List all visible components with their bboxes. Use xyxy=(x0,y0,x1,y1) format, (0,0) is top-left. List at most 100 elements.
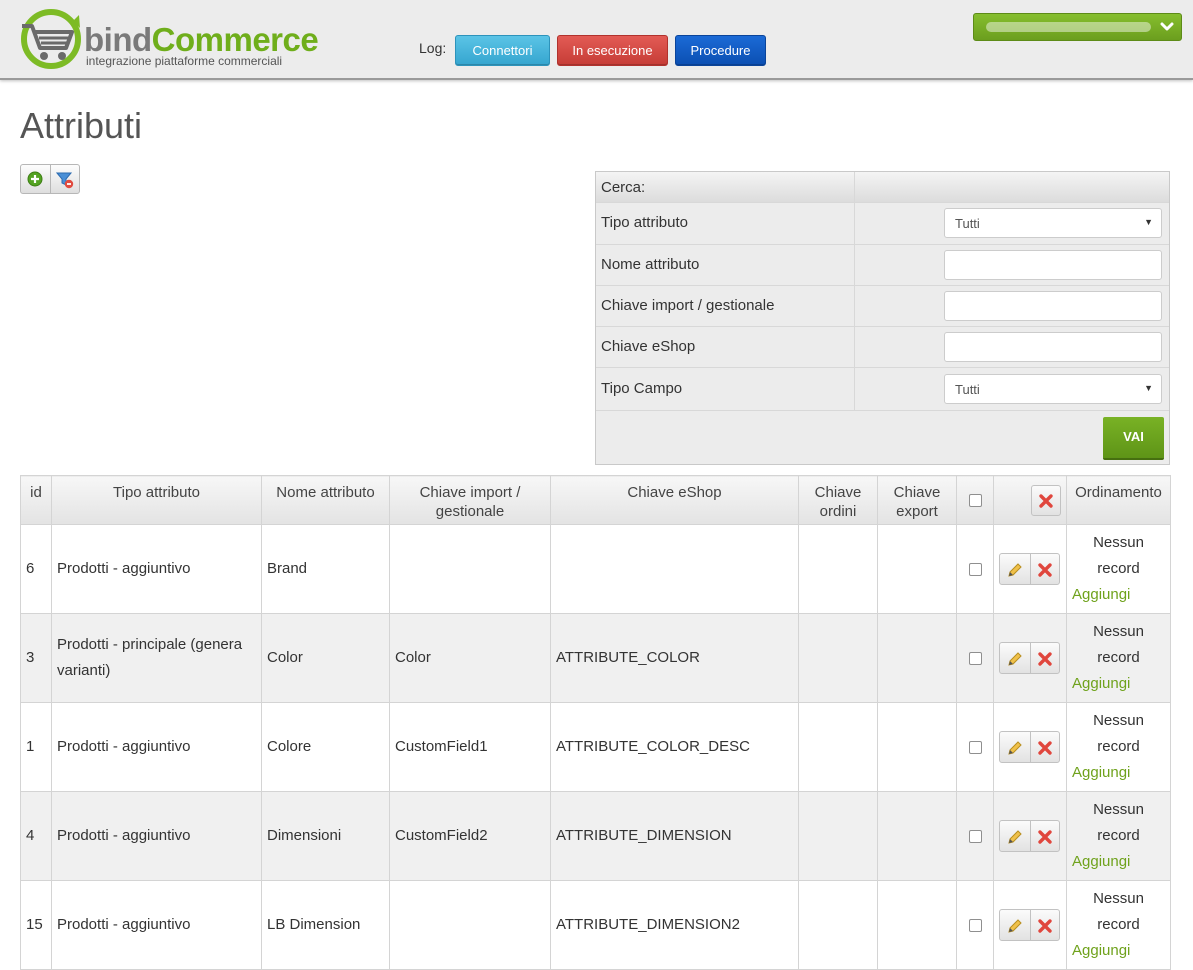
col-nome-attributo[interactable]: Nome attributo xyxy=(261,475,390,525)
cell-ordinamento: Nessun record Aggiungi xyxy=(1066,613,1171,703)
chiave-eshop-label: Chiave eShop xyxy=(601,338,696,355)
search-header-label: Cerca: xyxy=(601,179,646,196)
tipo-campo-select[interactable]: Tutti ▼ xyxy=(944,374,1162,404)
select-all-checkbox[interactable] xyxy=(968,494,982,508)
clear-filter-button[interactable] xyxy=(50,165,79,193)
cell-id: 3 xyxy=(20,613,52,703)
row-checkbox[interactable] xyxy=(968,562,982,576)
cell-id: 15 xyxy=(20,880,52,970)
row-checkbox[interactable] xyxy=(968,651,982,665)
row-checkbox[interactable] xyxy=(968,740,982,754)
edit-button[interactable] xyxy=(1007,650,1023,676)
connettori-button[interactable]: Connettori xyxy=(455,35,550,66)
col-ordinamento[interactable]: Ordinamento xyxy=(1066,475,1171,525)
select-arrow-icon: ▼ xyxy=(1144,217,1153,227)
add-button[interactable] xyxy=(21,165,51,193)
edit-button[interactable] xyxy=(1007,739,1023,765)
cell-nome-attributo: Colore xyxy=(261,702,390,792)
cell-select xyxy=(956,613,994,703)
row-action-group xyxy=(999,909,1060,941)
cell-id: 6 xyxy=(20,524,52,614)
cell-chiave-export xyxy=(877,524,957,614)
col-tipo-attributo[interactable]: Tipo attributo xyxy=(51,475,262,525)
cell-chiave-ordini xyxy=(798,613,878,703)
col-chiave-export[interactable]: Chiave export xyxy=(877,475,957,525)
aggiungi-link[interactable]: Aggiungi xyxy=(1072,849,1165,875)
cell-select xyxy=(956,880,994,970)
table-row: 15 Prodotti - aggiuntivo LB Dimension ATTRI… xyxy=(20,880,1171,970)
row-action-group xyxy=(999,553,1060,585)
no-record-text: Nessun record xyxy=(1093,801,1144,844)
pencil-icon xyxy=(1008,563,1022,577)
chiave-import-input[interactable] xyxy=(944,291,1162,321)
cell-tipo-attributo: Prodotti - principale (genera varianti) xyxy=(51,613,262,703)
search-row-chiave-eshop: Chiave eShop xyxy=(596,327,1169,368)
log-label: Log: xyxy=(419,40,447,56)
cell-chiave-eshop: ATTRIBUTE_DIMENSION2 xyxy=(550,880,799,970)
brand-name: bindCommerce xyxy=(84,21,319,58)
cell-tipo-attributo: Prodotti - aggiuntivo xyxy=(51,791,262,881)
row-action-group xyxy=(999,642,1060,674)
filter-remove-icon xyxy=(56,172,74,189)
col-actions xyxy=(993,475,1067,525)
cart-logo-icon[interactable] xyxy=(18,8,82,70)
col-chiave-import[interactable]: Chiave import / gestionale xyxy=(389,475,551,525)
aggiungi-link[interactable]: Aggiungi xyxy=(1072,938,1165,964)
cell-chiave-ordini xyxy=(798,791,878,881)
cell-select xyxy=(956,702,994,792)
cell-chiave-export xyxy=(877,791,957,881)
delete-button[interactable] xyxy=(1037,561,1053,587)
pencil-icon xyxy=(1008,919,1022,933)
cell-actions xyxy=(993,791,1067,881)
in-esecuzione-button[interactable]: In esecuzione xyxy=(557,35,668,66)
cell-chiave-export xyxy=(877,880,957,970)
redacted-username xyxy=(986,22,1151,32)
delete-button[interactable] xyxy=(1037,739,1053,765)
row-checkbox[interactable] xyxy=(968,918,982,932)
nome-attributo-input[interactable] xyxy=(944,250,1162,280)
aggiungi-link[interactable]: Aggiungi xyxy=(1072,760,1165,786)
cell-actions xyxy=(993,613,1067,703)
nome-attributo-label: Nome attributo xyxy=(601,256,700,273)
vai-button[interactable]: VAI xyxy=(1103,417,1164,460)
cell-chiave-eshop: ATTRIBUTE_DIMENSION xyxy=(550,791,799,881)
search-header-row: Cerca: xyxy=(596,172,1169,203)
col-chiave-ordini[interactable]: Chiave ordini xyxy=(798,475,878,525)
delete-x-icon xyxy=(1038,563,1052,577)
cell-nome-attributo: Dimensioni xyxy=(261,791,390,881)
edit-button[interactable] xyxy=(1007,561,1023,587)
cell-ordinamento: Nessun record Aggiungi xyxy=(1066,524,1171,614)
delete-x-icon xyxy=(1038,741,1052,755)
cell-chiave-eshop: ATTRIBUTE_COLOR xyxy=(550,613,799,703)
col-chiave-eshop[interactable]: Chiave eShop xyxy=(550,475,799,525)
edit-button[interactable] xyxy=(1007,828,1023,854)
chiave-eshop-input[interactable] xyxy=(944,332,1162,362)
tipo-attributo-select[interactable]: Tutti ▼ xyxy=(944,208,1162,238)
delete-button[interactable] xyxy=(1037,650,1053,676)
bulk-delete-button[interactable] xyxy=(1031,484,1061,516)
delete-button[interactable] xyxy=(1037,917,1053,943)
tipo-attributo-label: Tipo attributo xyxy=(601,214,688,231)
aggiungi-link[interactable]: Aggiungi xyxy=(1072,582,1165,608)
delete-button[interactable] xyxy=(1037,828,1053,854)
cell-tipo-attributo: Prodotti - aggiuntivo xyxy=(51,880,262,970)
search-panel: Cerca: Tipo attributo Tutti ▼ Nome attri… xyxy=(595,171,1170,465)
chevron-down-icon xyxy=(1160,22,1174,31)
user-menu-button[interactable] xyxy=(973,13,1182,41)
cell-select xyxy=(956,791,994,881)
cell-select xyxy=(956,524,994,614)
col-id[interactable]: id xyxy=(20,475,52,525)
plus-circle-icon xyxy=(27,171,43,187)
cell-ordinamento: Nessun record Aggiungi xyxy=(1066,702,1171,792)
cell-chiave-export xyxy=(877,613,957,703)
table-body: 6 Prodotti - aggiuntivo Brand Nessun record… xyxy=(20,524,1171,970)
pencil-icon xyxy=(1008,741,1022,755)
cell-chiave-eshop xyxy=(550,524,799,614)
cell-ordinamento: Nessun record Aggiungi xyxy=(1066,880,1171,970)
cell-id: 1 xyxy=(20,702,52,792)
pencil-icon xyxy=(1008,652,1022,666)
row-checkbox[interactable] xyxy=(968,829,982,843)
edit-button[interactable] xyxy=(1007,917,1023,943)
procedure-button[interactable]: Procedure xyxy=(675,35,766,66)
aggiungi-link[interactable]: Aggiungi xyxy=(1072,671,1165,697)
